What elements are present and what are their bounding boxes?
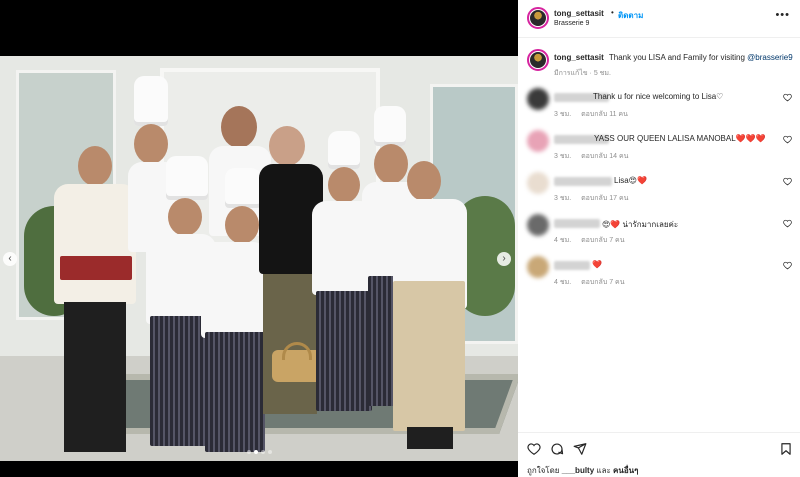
comment-time: 4 ชม. (554, 279, 572, 286)
commenter-username[interactable] (554, 261, 590, 270)
comment-meta: 4 ชม. ตอบกลับ 7 คน (554, 277, 633, 288)
heart-icon[interactable] (527, 442, 541, 456)
commenter-avatar[interactable] (527, 214, 549, 236)
post-header: tong_settasit • ติดตาม Brasserie 9 ••• (518, 0, 800, 38)
more-options-button[interactable]: ••• (775, 9, 790, 21)
reply-button[interactable]: ตอบกลับ 7 คน (581, 237, 624, 244)
share-icon[interactable] (573, 442, 587, 456)
comment-time: 3 ชม. (554, 195, 572, 202)
caption-body: Thank you LISA and Family for visiting (608, 53, 745, 62)
follow-button[interactable]: ติดตาม (618, 9, 643, 22)
comment-like-heart-icon[interactable] (783, 177, 792, 186)
caption-username[interactable]: tong_settasit (554, 53, 604, 62)
comment-time: 3 ชม. (554, 111, 572, 118)
comment-item: 😍❤️ น่ารักมากเลยค่ะ 4 ชม. ตอบกลับ 7 คน (518, 214, 800, 256)
author-avatar[interactable] (527, 7, 549, 29)
comment-item: Thank u for nice welcoming to Lisa♡ 3 ชม… (518, 88, 800, 130)
carousel-dot (261, 450, 265, 454)
carousel-dot (247, 450, 251, 454)
comment-meta: 4 ชม. ตอบกลับ 7 คน (554, 235, 633, 246)
post-actions: ถูกใจโดย ___bulty และ คนอื่นๆ (518, 432, 800, 477)
commenter-avatar[interactable] (527, 172, 549, 194)
header-separator: • (611, 8, 614, 17)
next-photo-button[interactable]: › (497, 252, 511, 266)
likes-summary: ถูกใจโดย ___bulty และ คนอื่นๆ (527, 464, 638, 477)
reply-button[interactable]: ตอบกลับ 11 คน (581, 111, 628, 118)
post-media-panel: ‹ › (0, 0, 518, 477)
commenter-username[interactable] (554, 219, 600, 228)
comment-text: 😍❤️ น่ารักมากเลยค่ะ (602, 220, 679, 229)
likes-user[interactable]: ___bulty (562, 466, 594, 475)
post-location[interactable]: Brasserie 9 (554, 20, 589, 27)
comment-text: ❤️ (592, 260, 602, 269)
comment-like-heart-icon[interactable] (783, 93, 792, 102)
reply-button[interactable]: ตอบกลับ 14 คน (581, 153, 628, 160)
comment-meta: 3 ชม. ตอบกลับ 17 คน (554, 193, 636, 204)
comment-text: Lisa😍❤️ (614, 176, 647, 185)
comment-meta: 3 ชม. ตอบกลับ 14 คน (554, 151, 636, 162)
likes-prefix: ถูกใจโดย (527, 466, 560, 475)
chevron-right-icon: › (502, 253, 506, 264)
commenter-avatar[interactable] (527, 130, 549, 152)
comment-time: 3 ชม. (554, 153, 572, 160)
author-username[interactable]: tong_settasit (554, 9, 604, 18)
comment-item: YASS OUR QUEEN LALISA MANOBAL❤️❤️❤️ 3 ชม… (518, 130, 800, 172)
commenter-avatar[interactable] (527, 88, 549, 110)
comment-meta: 3 ชม. ตอบกลับ 11 คน (554, 109, 636, 120)
comment-item: Lisa😍❤️ 3 ชม. ตอบกลับ 17 คน (518, 172, 800, 214)
comment-like-heart-icon[interactable] (783, 219, 792, 228)
comment-text: YASS OUR QUEEN LALISA MANOBAL❤️❤️❤️ (594, 134, 766, 143)
caption-mention[interactable]: @brasserie9 (747, 53, 792, 62)
comment-like-heart-icon[interactable] (783, 261, 792, 270)
commenter-avatar[interactable] (527, 256, 549, 278)
bookmark-icon[interactable] (779, 442, 793, 456)
caption-text: tong_settasit Thank you LISA and Family … (554, 52, 794, 63)
commenter-username[interactable] (554, 177, 612, 186)
reply-button[interactable]: ตอบกลับ 17 คน (581, 195, 628, 202)
caption-avatar[interactable] (527, 49, 549, 71)
photo-person (385, 161, 475, 451)
reply-button[interactable]: ตอบกลับ 7 คน (581, 279, 624, 286)
carousel-dot (268, 450, 272, 454)
likes-suffix: และ (596, 466, 611, 475)
caption-time: มีการแก้ไข · 5 ชม. (554, 70, 611, 77)
post-caption: tong_settasit Thank you LISA and Family … (518, 46, 800, 86)
likes-others[interactable]: คนอื่นๆ (613, 466, 638, 475)
more-icon: ••• (775, 9, 790, 21)
comment-item: ❤️ 4 ชม. ตอบกลับ 7 คน (518, 256, 800, 298)
comment-icon[interactable] (550, 442, 564, 456)
carousel-indicator (247, 450, 272, 454)
post-side-panel: tong_settasit • ติดตาม Brasserie 9 ••• t… (518, 0, 800, 477)
post-photo[interactable] (0, 56, 518, 461)
carousel-dot-active (254, 450, 258, 454)
comment-like-heart-icon[interactable] (783, 135, 792, 144)
comment-time: 4 ชม. (554, 237, 572, 244)
comment-text: Thank u for nice welcoming to Lisa♡ (593, 92, 724, 101)
chevron-left-icon: ‹ (8, 253, 12, 264)
prev-photo-button[interactable]: ‹ (3, 252, 17, 266)
